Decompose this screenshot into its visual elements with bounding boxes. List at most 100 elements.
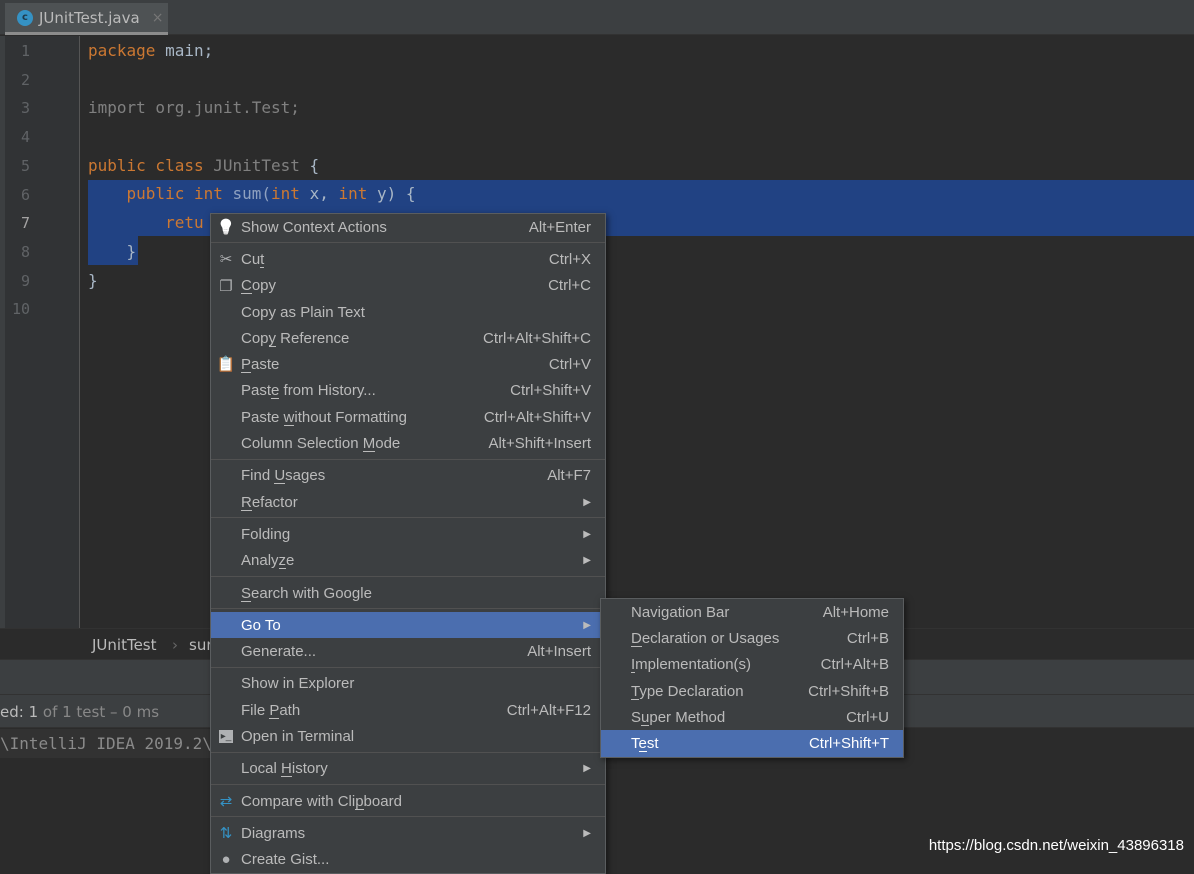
code-line-7[interactable]: retu [88, 213, 204, 232]
menu-item-copy-reference[interactable]: Copy Reference Ctrl+Alt+Shift+C [211, 325, 605, 351]
menu-item-copy-as-plain-text[interactable]: Copy as Plain Text [211, 299, 605, 325]
menu-item-shortcut: Ctrl+Alt+F12 [506, 701, 591, 719]
line-number: 3 [20, 99, 30, 118]
scissors-icon: ✂ [219, 251, 233, 269]
menu-item-go-to[interactable]: Go To ▶ [211, 612, 605, 639]
menu-item-label: Compare with Clipboard [241, 792, 402, 810]
mnemonic-underline [241, 372, 252, 374]
mnemonic-underline [281, 776, 292, 778]
menu-item-label: Show Context Actions [241, 218, 387, 236]
menu-item-label: Analyze [241, 552, 295, 570]
submenu-arrow-icon: ▶ [583, 763, 591, 775]
tab-junittest-java[interactable]: c JUnitTest.java × [5, 3, 168, 35]
code-line-8[interactable]: } [88, 242, 137, 261]
code-text: x, [299, 184, 339, 203]
mnemonic-underline [271, 398, 280, 400]
keyword: public class [88, 156, 204, 175]
code-line-5[interactable]: public class JUnitTest { [88, 156, 319, 175]
code-line-3[interactable]: import org.junit.Test; [88, 98, 300, 117]
breadcrumb-method[interactable]: sur [189, 636, 213, 654]
mnemonic-underline [269, 717, 280, 719]
mnemonic-underline [278, 568, 287, 570]
menu-item-paste-without-formatting[interactable]: Paste without Formatting Ctrl+Alt+Shift+V [211, 404, 605, 430]
menu-item-label: Copy [241, 277, 277, 295]
keyword: int [338, 184, 368, 203]
menu-item-label: Copy as Plain Text [241, 303, 365, 321]
menu-item-label: Open in Terminal [241, 727, 355, 745]
mnemonic-underline [641, 724, 650, 726]
menu-item-label: Create Gist... [241, 851, 330, 869]
menu-item-analyze[interactable]: Analyze ▶ [211, 548, 605, 574]
menu-item-shortcut: Ctrl+X [548, 250, 591, 268]
line-number: 5 [20, 156, 30, 175]
diagram-icon: ⇅ [219, 825, 233, 843]
menu-item-cut[interactable]: ✂ Cut Ctrl+X [211, 246, 605, 272]
status-count: 1 [28, 703, 39, 721]
menu-item-copy[interactable]: ❐ Copy Ctrl+C [211, 273, 605, 299]
menu-item-folding[interactable]: Folding ▶ [211, 521, 605, 547]
menu-item-paste-from-history[interactable]: Paste from History... Ctrl+Shift+V [211, 378, 605, 404]
mnemonic-underline [274, 483, 286, 485]
code-text: main; [155, 41, 214, 60]
tab-title: JUnitTest.java [39, 8, 140, 27]
menu-item-label: Diagrams [241, 824, 306, 842]
menu-item-label: Folding [241, 525, 291, 543]
menu-item-type-declaration[interactable]: Type Declaration Ctrl+Shift+B [601, 678, 903, 704]
code-text: { [299, 156, 320, 175]
menu-item-show-context-actions[interactable]: 💡 Show Context Actions Alt+Enter [211, 214, 605, 240]
line-number: 10 [11, 300, 30, 319]
menu-item-label: Paste [241, 356, 280, 374]
line-number: 2 [20, 70, 30, 89]
keyword: public int [88, 184, 223, 203]
menu-item-refactor[interactable]: Refactor ▶ [211, 489, 605, 515]
menu-item-label: Declaration or Usages [631, 629, 780, 647]
code-text: y) { [367, 184, 416, 203]
menu-item-diagrams[interactable]: ⇅ Diagrams ▶ [211, 820, 605, 846]
menu-item-implementation-s[interactable]: Implementation(s) Ctrl+Alt+B [601, 652, 903, 678]
line-number: 9 [20, 271, 30, 290]
menu-item-paste[interactable]: 📋 Paste Ctrl+V [211, 351, 605, 377]
menu-item-file-path[interactable]: File Path Ctrl+Alt+F12 [211, 697, 605, 723]
mnemonic-underline [631, 645, 642, 647]
submenu-arrow-icon: ▶ [583, 528, 591, 540]
keyword: int [271, 184, 300, 203]
menu-item-label: Navigation Bar [631, 603, 730, 621]
mnemonic-underline [268, 345, 277, 347]
code-line-6[interactable]: public int sum(int x, int y) { [88, 184, 416, 203]
breadcrumb-separator: › [172, 636, 178, 654]
menu-item-label: Find Usages [241, 467, 326, 485]
mnemonic-underline [260, 266, 265, 268]
line-number: 6 [20, 185, 30, 204]
breadcrumb-class[interactable]: JUnitTest [92, 636, 157, 654]
menu-item-open-in-terminal[interactable]: ▸_ Open in Terminal [211, 723, 605, 749]
mnemonic-underline [631, 698, 640, 700]
menu-item-shortcut: Ctrl+U [846, 708, 889, 726]
menu-item-search-with-google[interactable]: Search with Google [211, 580, 605, 606]
menu-item-find-usages[interactable]: Find Usages Alt+F7 [211, 463, 605, 489]
menu-item-test[interactable]: Test Ctrl+Shift+T [601, 730, 903, 757]
menu-item-generate[interactable]: Generate... Alt+Insert [211, 638, 605, 664]
menu-item-declaration-or-usages[interactable]: Declaration or Usages Ctrl+B [601, 625, 903, 651]
terminal-icon: ▸_ [219, 730, 233, 744]
menu-item-show-in-explorer[interactable]: Show in Explorer [211, 671, 605, 697]
menu-item-shortcut: Ctrl+Shift+T [808, 735, 889, 753]
status-detail: of 1 test – 0 ms [38, 703, 160, 721]
line-number: 8 [20, 242, 30, 261]
close-icon[interactable]: × [152, 10, 164, 26]
mnemonic-underline [241, 600, 252, 602]
keyword: package [88, 41, 156, 60]
class-icon: c [17, 9, 33, 26]
github-icon: ● [221, 851, 231, 869]
menu-item-super-method[interactable]: Super Method Ctrl+U [601, 704, 903, 730]
code-line-1[interactable]: package main; [88, 41, 213, 60]
menu-item-compare-with-clipboard[interactable]: ⇄ Compare with Clipboard [211, 788, 605, 814]
method-name: sum( [222, 184, 272, 203]
menu-item-label: Local History [241, 760, 328, 778]
menu-item-navigation-bar[interactable]: Navigation Bar Alt+Home [601, 599, 903, 625]
menu-item-create-gist[interactable]: ● Create Gist... [211, 847, 605, 873]
menu-item-local-history[interactable]: Local History ▶ [211, 756, 605, 782]
code-line-9[interactable]: } [88, 271, 98, 290]
menu-item-shortcut: Alt+Insert [527, 643, 591, 661]
menu-item-column-selection-mode[interactable]: Column Selection Mode Alt+Shift+Insert [211, 430, 605, 456]
menu-item-shortcut: Alt+F7 [547, 467, 591, 485]
